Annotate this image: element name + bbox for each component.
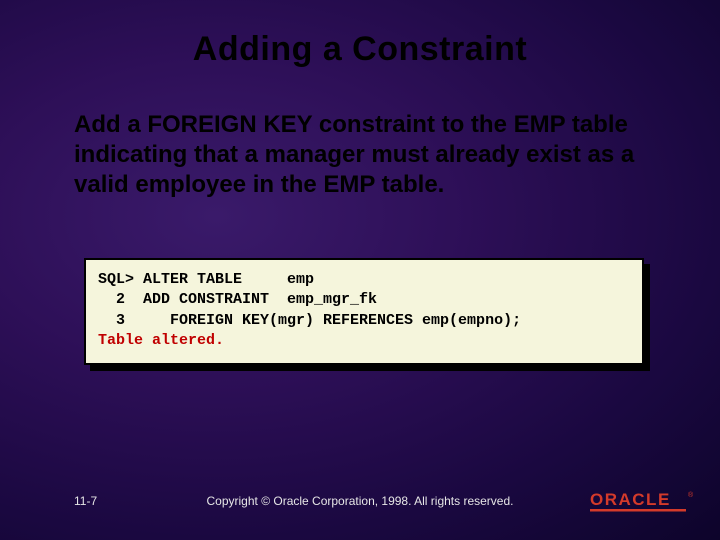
code-line-1: SQL> ALTER TABLE emp (98, 271, 314, 288)
code-block: SQL> ALTER TABLE emp 2 ADD CONSTRAINT em… (84, 258, 644, 365)
registered-mark-icon: ® (688, 491, 694, 499)
footer: 11-7 Copyright © Oracle Corporation, 199… (0, 478, 720, 518)
slide: Adding a Constraint Add a FOREIGN KEY co… (0, 0, 720, 540)
code-box: SQL> ALTER TABLE emp 2 ADD CONSTRAINT em… (84, 258, 644, 365)
oracle-logo-underline (590, 509, 686, 512)
code-line-2: 2 ADD CONSTRAINT emp_mgr_fk (98, 291, 377, 308)
slide-body-text: Add a FOREIGN KEY constraint to the EMP … (74, 110, 654, 200)
oracle-logo-text: ORACLE (590, 490, 671, 509)
code-line-3: 3 FOREIGN KEY(mgr) REFERENCES emp(empno)… (98, 312, 521, 329)
slide-title: Adding a Constraint (0, 30, 720, 69)
oracle-logo: ORACLE ® (590, 488, 694, 514)
code-result: Table altered. (98, 332, 224, 349)
